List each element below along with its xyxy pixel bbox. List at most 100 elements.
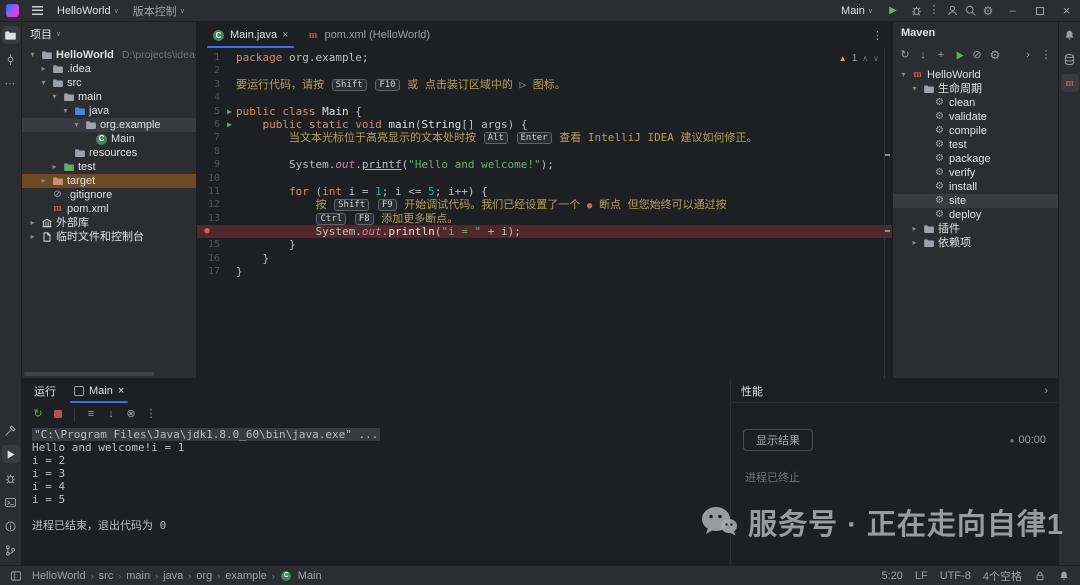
line-separator[interactable]: LF [915,570,928,582]
code-line[interactable]: 7 当文本光标位于高亮显示的文本处时按 Alt Enter 查看 Intelli… [197,131,892,144]
maven-tree-item[interactable]: ▸依赖项 [893,236,1058,250]
file-encoding[interactable]: UTF-8 [940,570,971,582]
close-icon[interactable]: × [1053,0,1080,21]
project-tree-item[interactable]: ⊘.gitignore [22,188,196,202]
close-icon[interactable]: × [118,385,124,397]
soft-wrap-icon[interactable]: ≡ [83,406,99,422]
notifications-icon[interactable] [1061,26,1079,44]
chevron-closed-icon[interactable]: ▸ [39,62,48,76]
code-line[interactable]: 15 } [197,238,892,251]
kebab-icon[interactable]: ⋮ [143,406,159,422]
code-line[interactable]: 12 按 Shift F9 开始调试代码。我们已经设置了一个 ● 断点 但您始终… [197,198,892,211]
inspections-widget[interactable]: ▲ 1 ∧ ∨ [839,53,879,64]
maven-tree-item[interactable]: ⚙test [893,138,1058,152]
project-tree-item[interactable]: ▸.idea [22,62,196,76]
project-tree-item[interactable]: ▾org.example [22,118,196,132]
code-line[interactable]: 17} [197,265,892,278]
skip-tests-icon[interactable]: ⊘ [969,47,985,63]
version-control-icon[interactable] [2,541,20,559]
more-icon[interactable]: ⋯ [2,74,20,92]
chevron-closed-icon[interactable]: ▸ [28,216,37,230]
user-icon[interactable] [943,2,961,20]
indent-style[interactable]: 4个空格 [983,568,1022,584]
notifications-icon[interactable] [1058,570,1070,582]
chevron-closed-icon[interactable]: ▸ [28,230,37,244]
chevron-down-icon[interactable]: ∨ [56,30,61,38]
maven-tree-item[interactable]: ⚙verify [893,166,1058,180]
chevron-closed-icon[interactable]: ▸ [50,160,59,174]
breadcrumb-item[interactable]: HelloWorld [32,570,86,582]
main-menu-icon[interactable] [25,1,49,21]
chevron-open-icon[interactable]: ▾ [899,68,908,82]
run-button[interactable]: ▶ [881,1,905,21]
maven-tree-item[interactable]: ▸插件 [893,222,1058,236]
maven-tree-item[interactable]: ⚙install [893,180,1058,194]
code-line[interactable]: 4 [197,91,892,104]
chevron-closed-icon[interactable]: ▸ [910,222,919,236]
code-line[interactable]: 3要运行代码，请按 Shift F10 或 点击装订区域中的 ▷ 图标。 [197,78,892,91]
maximize-icon[interactable] [1026,0,1053,21]
breadcrumb-item[interactable]: java [163,570,183,582]
settings-icon[interactable]: ⚙ [987,47,1003,63]
project-icon[interactable] [2,26,20,44]
tab-pom-xml[interactable]: m pom.xml (HelloWorld) [298,22,440,48]
maven-tree-item[interactable]: ▾生命周期 [893,82,1058,96]
caret-position[interactable]: 5:20 [881,570,902,582]
code-line[interactable]: 16 } [197,252,892,265]
chevron-closed-icon[interactable]: ▸ [39,174,48,188]
project-tree-item[interactable]: ▸test [22,160,196,174]
chevron-open-icon[interactable]: ▾ [50,90,59,104]
code-line[interactable]: 11 for (int i = 1; i <= 5; i++) { [197,185,892,198]
code-line[interactable]: 5▶public class Main { [197,105,892,118]
maven-tree-item[interactable]: ⚙clean [893,96,1058,110]
tool-windows-icon[interactable] [10,570,22,582]
project-tree-item[interactable]: CMain [22,132,196,146]
minimize-icon[interactable]: – [999,0,1026,21]
code-line[interactable]: 6▶ public static void main(String[] args… [197,118,892,131]
project-tree-item[interactable]: ▾main [22,90,196,104]
chevron-open-icon[interactable]: ▾ [61,104,70,118]
horizontal-scrollbar[interactable] [24,372,154,376]
commit-icon[interactable] [2,50,20,68]
download-sources-icon[interactable]: ↓ [915,47,931,63]
lock-icon[interactable] [1034,570,1046,582]
refresh-icon[interactable]: ↻ [897,47,913,63]
breadcrumb-item[interactable]: main [126,570,150,582]
run-tab-main[interactable]: Main × [68,379,130,403]
chevron-open-icon[interactable]: ▾ [910,82,919,96]
prev-issue-icon[interactable]: ∧ [862,54,868,63]
project-tree-item[interactable]: ▸临时文件和控制台 [22,230,196,244]
breadcrumb-item[interactable]: example [225,570,267,582]
maven-tree-item[interactable]: ⚙package [893,152,1058,166]
run-gutter-icon[interactable]: ▶ [223,105,236,118]
scroll-to-end-icon[interactable]: ↓ [103,406,119,422]
show-results-button[interactable]: 显示结果 [743,429,813,451]
breadcrumb-item[interactable]: Main [298,570,322,582]
code-line[interactable]: 1package org.example; [197,51,892,64]
project-tree-item[interactable]: ▸外部库 [22,216,196,230]
stop-icon[interactable] [50,406,66,422]
terminal-icon[interactable] [2,493,20,511]
code-line[interactable]: 10 [197,172,892,185]
code-line-breakpoint[interactable]: ● System.out.println("i = " + i); [197,225,892,238]
database-icon[interactable] [1061,50,1079,68]
maven-tree-item[interactable]: ⚙compile [893,124,1058,138]
run-gutter-icon[interactable]: ▶ [223,118,236,131]
project-tree-item[interactable]: resources [22,146,196,160]
run-icon[interactable] [2,445,20,463]
code-editor[interactable]: 1package org.example;23要运行代码，请按 Shift F1… [197,48,892,378]
breadcrumb-item[interactable]: org [196,570,212,582]
kebab-icon[interactable]: ⋮ [1038,47,1054,63]
search-icon[interactable] [961,2,979,20]
kebab-icon[interactable]: ⋮ [925,2,943,20]
project-tree-item[interactable]: ▾HelloWorldD:\projects\idea-workspace-xx [22,48,196,62]
project-tree-item[interactable]: ▸target [22,174,196,188]
maven-tree-item[interactable]: ⚙site [893,194,1058,208]
problems-icon[interactable] [2,517,20,535]
chevron-right-icon[interactable]: › [1044,385,1048,397]
run-icon[interactable] [951,47,967,63]
debug-icon[interactable] [2,469,20,487]
code-line[interactable]: 9 System.out.printf("Hello and welcome!"… [197,158,892,171]
breadcrumb-item[interactable]: src [99,570,114,582]
chevron-closed-icon[interactable]: ▸ [910,236,919,250]
